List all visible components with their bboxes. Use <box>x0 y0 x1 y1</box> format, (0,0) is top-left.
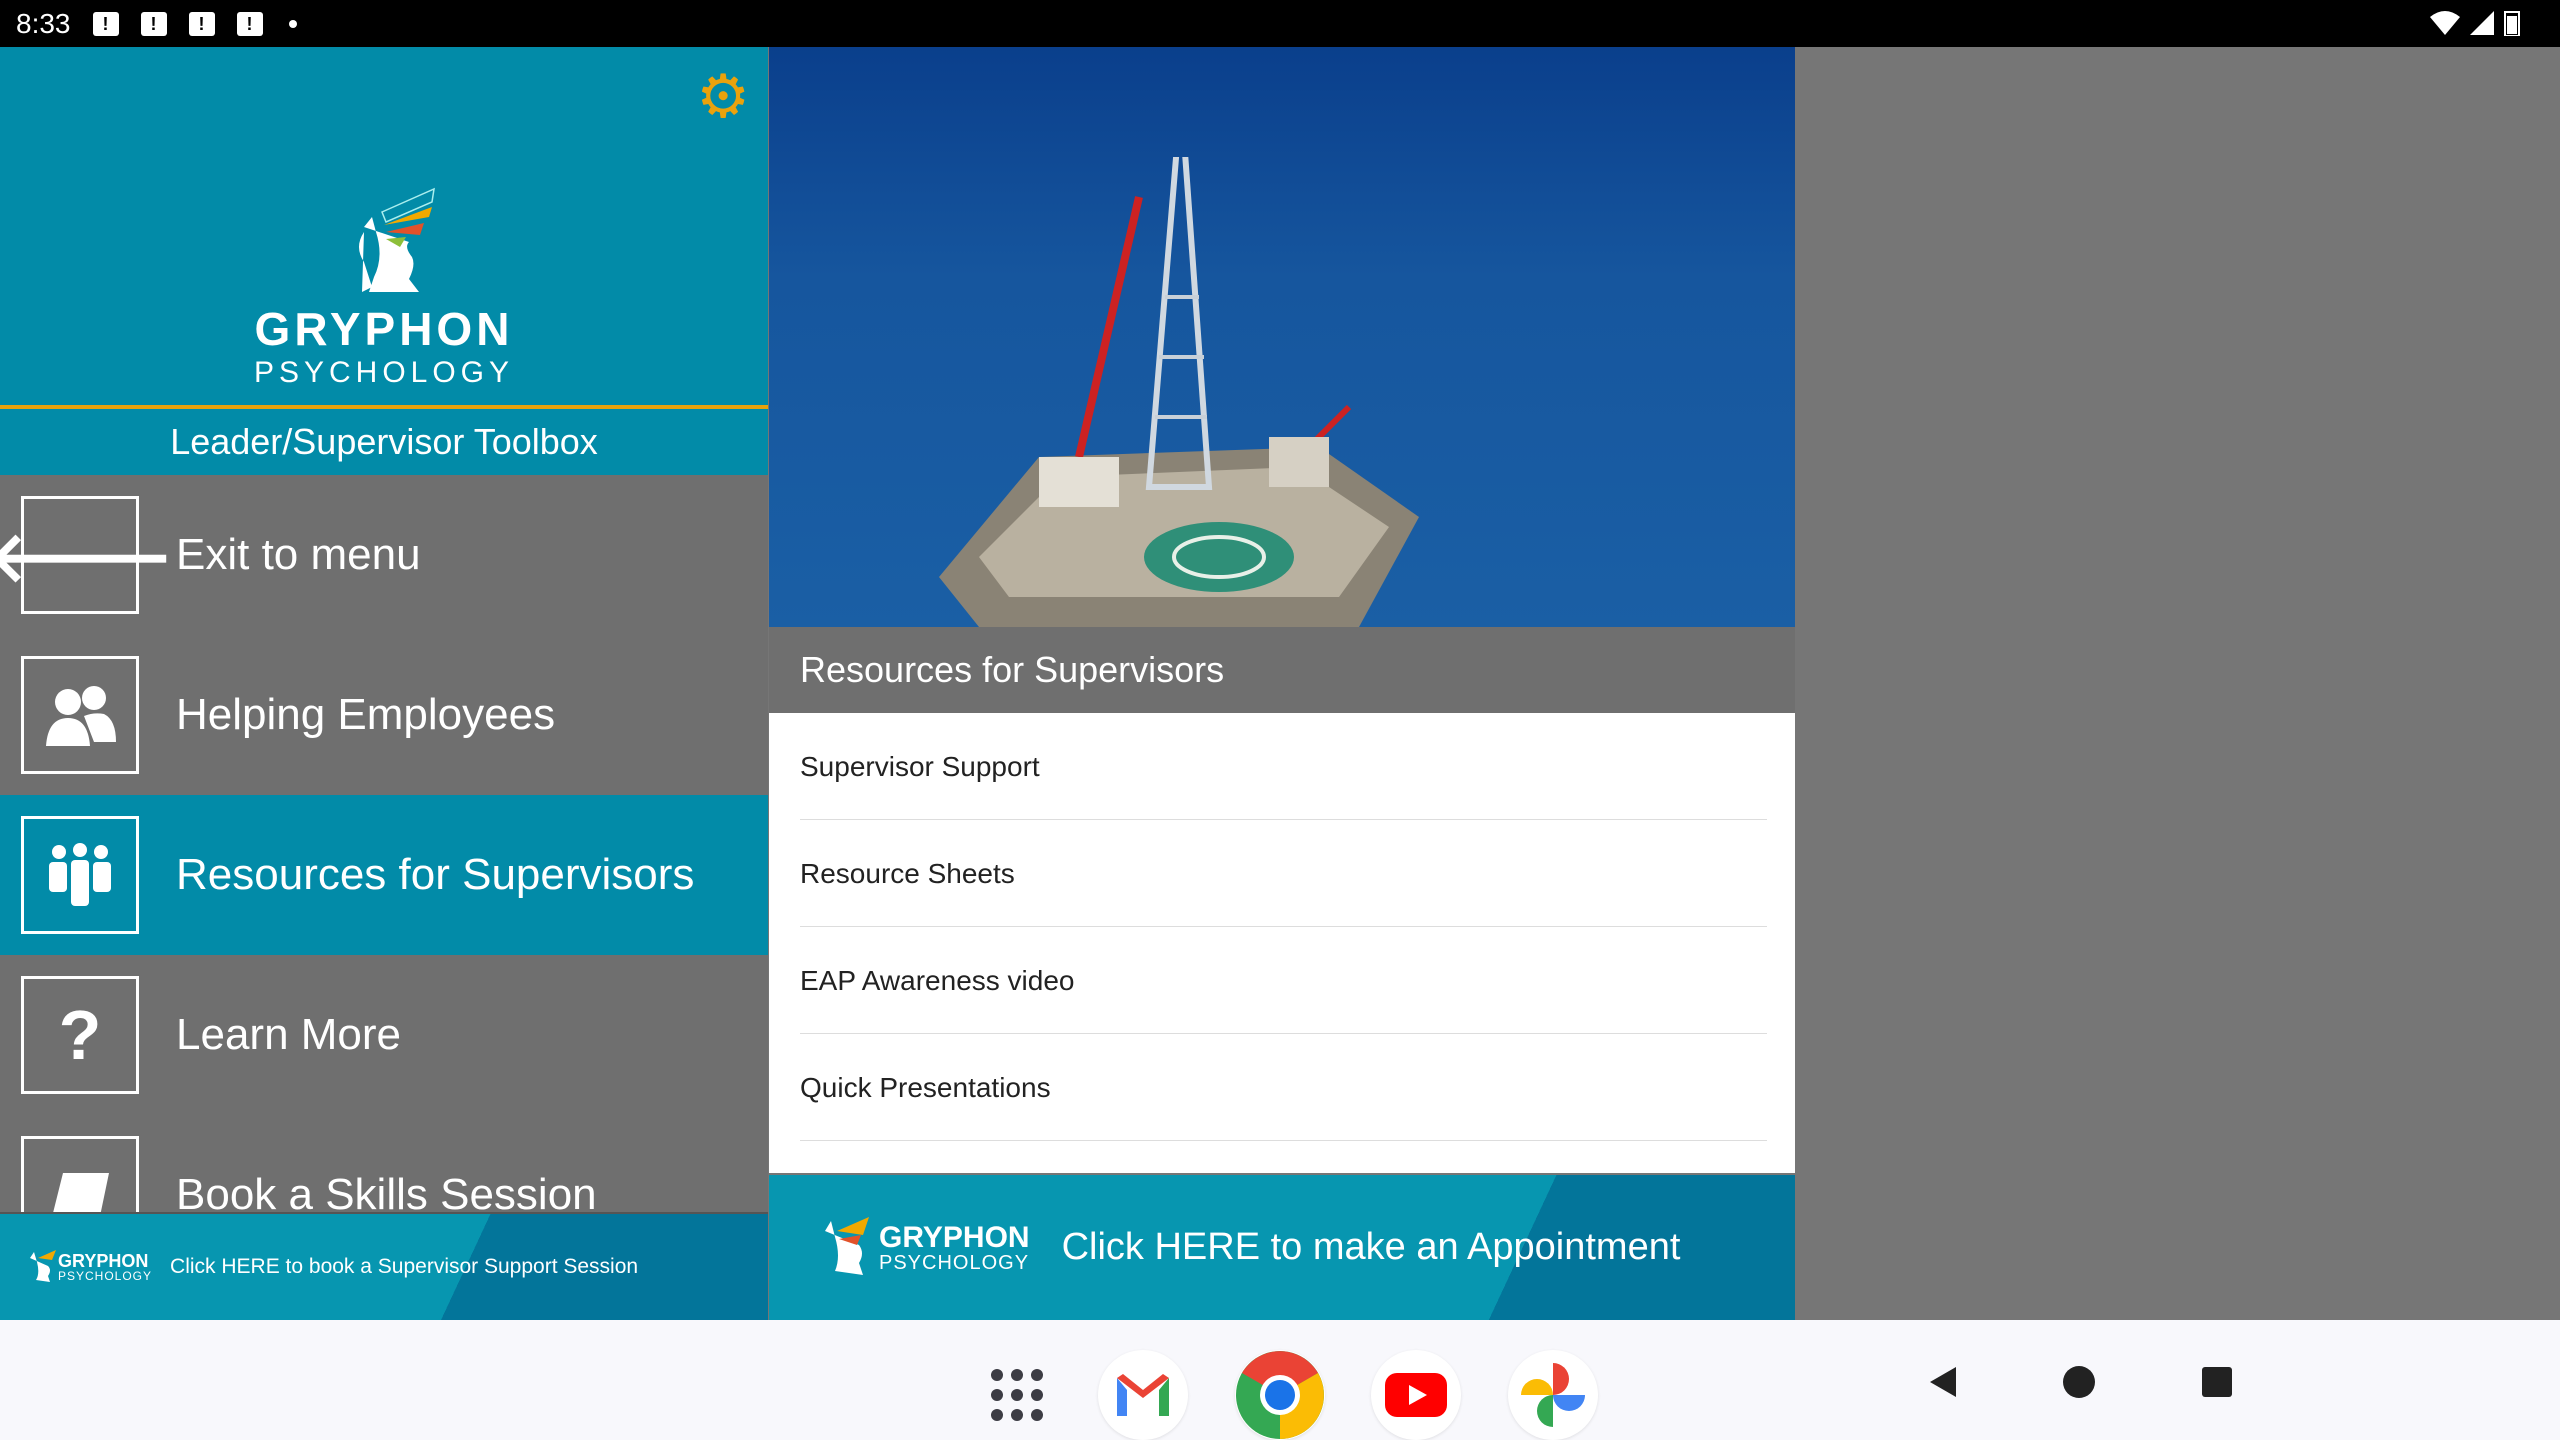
content-panel: Resources for Supervisors Supervisor Sup… <box>769 47 1795 1320</box>
gmail-icon[interactable] <box>1098 1350 1188 1440</box>
clock: 8:33 <box>16 7 71 39</box>
taskbar <box>0 1320 2560 1440</box>
battery-icon <box>2504 11 2520 36</box>
banner-brand: GRYPHON <box>879 1220 1030 1254</box>
notification-icon: ! <box>188 11 215 36</box>
google-photos-icon[interactable] <box>1508 1350 1598 1440</box>
gryphon-emblem-icon <box>30 1250 56 1282</box>
settings-gear-icon[interactable]: ⚙ <box>696 67 750 127</box>
oil-rig-image <box>939 157 1419 627</box>
app-drawer-icon[interactable] <box>972 1350 1062 1440</box>
brand-name: GRYPHON <box>254 303 514 355</box>
list-item-eap-awareness-video[interactable]: EAP Awareness video <box>800 927 1767 1034</box>
banner-brand: GRYPHON <box>58 1251 149 1271</box>
gryphon-mini-logo: GRYPHON PSYCHOLOGY <box>813 1213 1030 1283</box>
menu-item-learn-more[interactable]: ? Learn More <box>0 955 768 1115</box>
menu-item-label: Helping Employees <box>176 690 556 739</box>
home-button[interactable] <box>2062 1365 2096 1399</box>
menu-item-resources-for-supervisors[interactable]: Resources for Supervisors <box>0 795 768 955</box>
question-icon: ? <box>21 976 139 1094</box>
signal-icon <box>2470 11 2494 35</box>
banner-brand-sub: PSYCHOLOGY <box>58 1269 153 1283</box>
brand-sub: PSYCHOLOGY <box>253 356 515 389</box>
status-bar: 8:33 ! ! ! ! <box>0 0 2560 47</box>
gryphon-emblem-icon <box>359 187 435 292</box>
more-notifications-icon <box>288 19 297 28</box>
banner-text: Click HERE to book a Supervisor Support … <box>170 1255 639 1278</box>
chrome-icon[interactable] <box>1235 1350 1325 1440</box>
group-icon <box>21 816 139 934</box>
notification-icon: ! <box>92 11 119 36</box>
recents-button[interactable] <box>2200 1365 2234 1399</box>
book-support-session-banner[interactable]: GRYPHON PSYCHOLOGY Click HERE to book a S… <box>0 1212 768 1320</box>
menu-item-label: Resources for Supervisors <box>176 850 695 899</box>
back-button[interactable] <box>1926 1365 1960 1399</box>
resource-list: Supervisor Support Resource Sheets EAP A… <box>769 713 1795 1173</box>
sidebar-header: ⚙ GRYPHON PSYCHOLOGY <box>0 47 768 405</box>
youtube-icon[interactable] <box>1371 1350 1461 1440</box>
menu-item-exit[interactable]: 🡐 Exit to menu <box>0 475 768 635</box>
oil-rig-photo <box>769 47 1795 627</box>
menu-item-helping-employees[interactable]: Helping Employees <box>0 635 768 795</box>
banner-brand-sub: PSYCHOLOGY <box>879 1251 1030 1274</box>
list-item-quick-presentations[interactable]: Quick Presentations <box>800 1034 1767 1141</box>
people-icon <box>21 656 139 774</box>
section-title: Resources for Supervisors <box>769 627 1795 713</box>
list-item-resource-sheets[interactable]: Resource Sheets <box>800 820 1767 927</box>
toolbox-title: Leader/Supervisor Toolbox <box>0 409 768 475</box>
wifi-icon <box>2430 11 2460 35</box>
notification-icon: ! <box>140 11 167 36</box>
menu-item-label: Learn More <box>176 1010 402 1059</box>
list-item-supervisor-support[interactable]: Supervisor Support <box>800 713 1767 820</box>
menu-item-label: Exit to menu <box>176 530 421 579</box>
gryphon-mini-logo: GRYPHON PSYCHOLOGY <box>22 1248 152 1286</box>
make-appointment-banner[interactable]: GRYPHON PSYCHOLOGY Click HERE to make an … <box>769 1175 1795 1320</box>
gryphon-logo: GRYPHON PSYCHOLOGY <box>0 187 768 390</box>
gryphon-emblem-icon <box>825 1216 869 1275</box>
arrow-left-icon: 🡐 <box>0 496 174 614</box>
banner-text: Click HERE to make an Appointment <box>1061 1226 1681 1268</box>
notification-icon: ! <box>236 11 263 36</box>
sidebar: ⚙ GRYPHON PSYCHOLOGY Leader/Supervisor T… <box>0 47 768 1320</box>
